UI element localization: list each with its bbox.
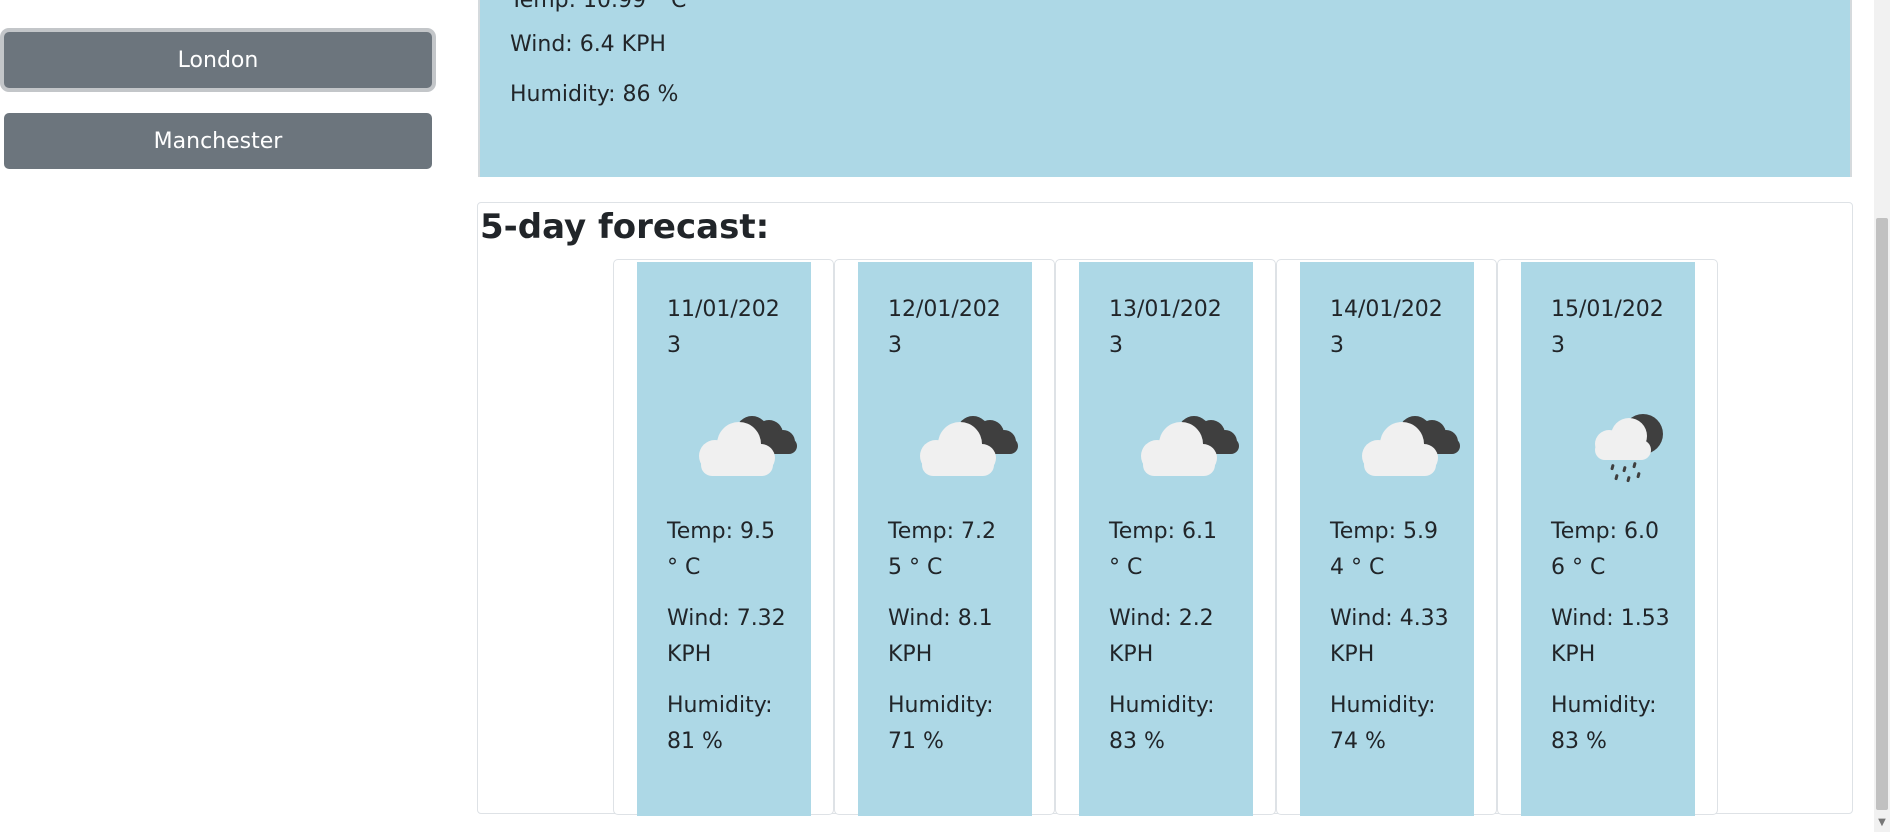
current-humidity: Humidity: 86 % [510, 82, 679, 107]
forecast-date: 13/01/2023 [1109, 297, 1222, 358]
current-weather-panel: Temp: 10.99 ° C Wind: 6.4 KPH Humidity: … [478, 0, 1852, 177]
forecast-wind: Wind: 1.53 KPH [1551, 606, 1670, 667]
forecast-humidity: Humidity: 71 % [888, 693, 994, 754]
broken-clouds-icon [1141, 416, 1239, 476]
history-button-london[interactable]: London [4, 32, 432, 88]
forecast-date: 11/01/2023 [667, 297, 780, 358]
forecast-card-body: 12/01/2023 Temp: 7.25 ° C Wind: 8.1 KPH … [858, 262, 1032, 816]
rain-icon [1595, 414, 1663, 483]
vertical-scrollbar[interactable]: ▼ [1874, 0, 1890, 832]
forecast-date: 12/01/2023 [888, 297, 1001, 358]
current-temp: Temp: 10.99 ° C [510, 0, 687, 13]
forecast-temp: Temp: 7.25 ° C [888, 519, 997, 580]
broken-clouds-icon [920, 416, 1018, 476]
forecast-title: 5-day forecast: [480, 207, 770, 247]
forecast-wind: Wind: 7.32 KPH [667, 606, 786, 667]
forecast-humidity: Humidity: 74 % [1330, 693, 1436, 754]
forecast-date: 15/01/2023 [1551, 297, 1664, 358]
forecast-card: 11/01/2023 Temp: 9.5 ° C Wind: 7.32 KPH … [613, 259, 834, 816]
forecast-humidity: Humidity: 81 % [667, 693, 773, 754]
forecast-wind: Wind: 4.33 KPH [1330, 606, 1449, 667]
forecast-date: 14/01/2023 [1330, 297, 1443, 358]
forecast-temp: Temp: 5.94 ° C [1330, 519, 1439, 580]
forecast-card: 15/01/2023 Temp: 6.06 ° C Wind: 1.53 KPH [1497, 259, 1718, 816]
forecast-humidity: Humidity: 83 % [1109, 693, 1215, 754]
forecast-card: 13/01/2023 Temp: 6.1 ° C Wind: 2.2 KPH H… [1055, 259, 1276, 816]
forecast-section: 5-day forecast: 11/01/2023 Temp: 9.5 ° C… [477, 202, 1853, 816]
forecast-wind: Wind: 8.1 KPH [888, 606, 993, 667]
forecast-card: 12/01/2023 Temp: 7.25 ° C Wind: 8.1 KPH … [834, 259, 1055, 816]
scrollbar-thumb[interactable] [1876, 218, 1888, 810]
forecast-card-body: 13/01/2023 Temp: 6.1 ° C Wind: 2.2 KPH H… [1079, 262, 1253, 816]
current-wind: Wind: 6.4 KPH [510, 32, 666, 57]
forecast-card: 14/01/2023 Temp: 5.94 ° C Wind: 4.33 KPH… [1276, 259, 1497, 816]
scroll-down-arrow-icon[interactable]: ▼ [1876, 816, 1888, 830]
forecast-temp: Temp: 6.06 ° C [1551, 519, 1660, 580]
forecast-humidity: Humidity: 83 % [1551, 693, 1657, 754]
forecast-temp: Temp: 6.1 ° C [1109, 519, 1218, 580]
forecast-card-body: 11/01/2023 Temp: 9.5 ° C Wind: 7.32 KPH … [637, 262, 811, 816]
forecast-wind: Wind: 2.2 KPH [1109, 606, 1214, 667]
history-button-manchester[interactable]: Manchester [4, 113, 432, 169]
forecast-card-body: 15/01/2023 Temp: 6.06 ° C Wind: 1.53 KPH [1521, 262, 1695, 816]
broken-clouds-icon [699, 416, 797, 476]
forecast-temp: Temp: 9.5 ° C [667, 519, 776, 580]
broken-clouds-icon [1362, 416, 1460, 476]
forecast-card-body: 14/01/2023 Temp: 5.94 ° C Wind: 4.33 KPH… [1300, 262, 1474, 816]
